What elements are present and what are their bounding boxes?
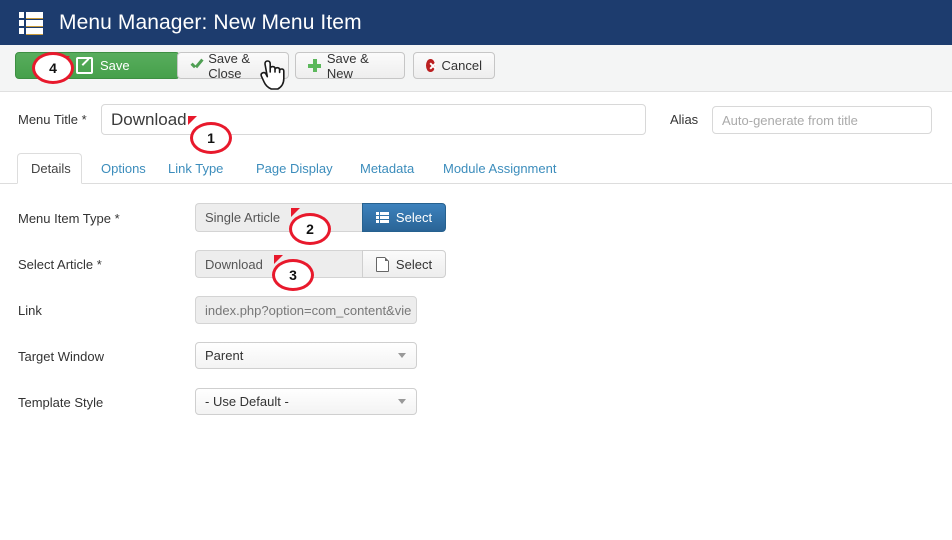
target-window-select[interactable]: Parent [195, 342, 417, 369]
save-and-new-button[interactable]: Save & New [295, 50, 405, 81]
app-header: Menu Manager: New Menu Item [0, 0, 952, 45]
page-title: Menu Manager: New Menu Item [59, 10, 362, 34]
annotation-arrow-1 [188, 116, 197, 125]
menu-item-type-label: Menu Item Type * [18, 211, 120, 226]
annotation-marker-4: 4 [32, 52, 74, 84]
tab-page-display[interactable]: Page Display [243, 153, 346, 184]
template-style-select[interactable]: - Use Default - [195, 388, 417, 415]
select-article-select-button[interactable]: Select [362, 250, 446, 278]
target-window-value: Parent [205, 348, 244, 363]
select-article-group: Download Select [195, 250, 446, 278]
list-icon [375, 212, 389, 223]
pencil-icon [76, 57, 93, 74]
tab-link-type[interactable]: Link Type [155, 153, 236, 184]
save-and-new-label: Save & New [326, 50, 369, 81]
link-field: index.php?option=com_content&vie [195, 296, 417, 324]
select-article-select-label: Select [395, 256, 433, 272]
menu-title-label: Menu Title * [18, 112, 87, 127]
check-icon [190, 59, 201, 72]
tab-options[interactable]: Options [88, 153, 159, 184]
alias-label: Alias [670, 112, 699, 127]
link-label: Link [18, 303, 42, 318]
annotation-marker-1: 1 [190, 122, 232, 154]
target-window-label: Target Window [18, 349, 104, 364]
chevron-down-icon [398, 399, 406, 404]
mouse-cursor [260, 60, 285, 90]
cancel-label: Cancel [441, 58, 482, 73]
menu-item-type-select-button[interactable]: Select [362, 203, 446, 232]
chevron-down-icon [398, 353, 406, 358]
template-style-value: - Use Default - [205, 394, 289, 409]
close-circle-icon [426, 59, 435, 72]
annotation-marker-3: 3 [272, 259, 314, 291]
alias-input[interactable]: Auto-generate from title [712, 106, 932, 134]
menu-list-icon [19, 11, 43, 35]
select-article-label: Select Article * [18, 257, 102, 272]
template-style-label: Template Style [18, 395, 104, 410]
plus-icon [308, 59, 321, 72]
menu-title-input[interactable]: Download [101, 104, 646, 135]
save-button-label: Save [100, 58, 130, 73]
menu-item-type-select-label: Select [395, 210, 433, 225]
cancel-button[interactable]: Cancel [413, 52, 495, 79]
tab-module-assignment[interactable]: Module Assignment [430, 153, 569, 184]
annotation-marker-2: 2 [289, 213, 331, 245]
document-icon [375, 256, 389, 272]
tab-details[interactable]: Details [17, 153, 82, 184]
menu-item-type-value: Single Article [195, 203, 362, 232]
tab-metadata[interactable]: Metadata [347, 153, 427, 184]
page-root: Menu Manager: New Menu Item Save Save & … [0, 0, 952, 540]
